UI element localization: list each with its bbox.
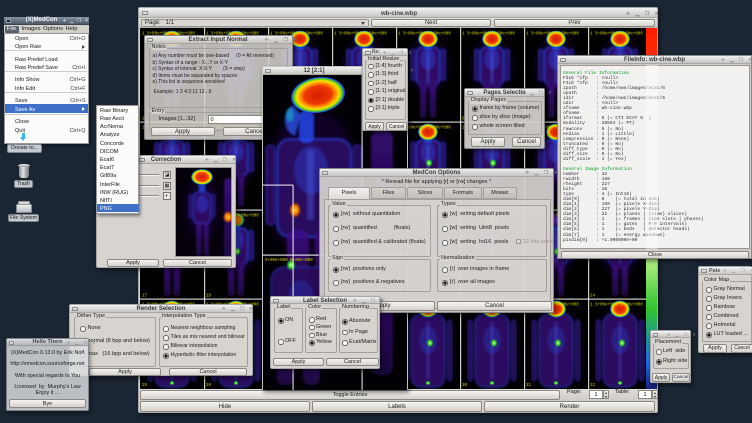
svg-text:24: 24 — [590, 295, 596, 299]
svg-text:1 S+00e+000 B+00e+000: 1 S+00e+000 B+00e+000 — [462, 33, 515, 37]
svg-text:1 S+00e+000 B+00e+000: 1 S+00e+000 B+00e+000 — [526, 33, 579, 37]
svg-text:1 S+00e+000 B+00e+000: 1 S+00e+000 B+00e+000 — [398, 33, 451, 37]
svg-text:S+00e+000 B+00e+000: S+00e+000 B+00e+000 — [265, 259, 313, 263]
svg-text:26: 26 — [206, 384, 212, 388]
svg-text:1 S+00e+000 B+00e+000: 1 S+00e+000 B+00e+000 — [590, 33, 643, 37]
svg-text:1 S+00e+000 B+00e+000: 1 S+00e+000 B+00e+000 — [334, 33, 387, 37]
svg-text:32: 32 — [590, 384, 596, 388]
svg-text:1 S+00e+000 B+00e+000: 1 S+00e+000 B+00e+000 — [590, 304, 643, 308]
svg-text:31: 31 — [526, 384, 532, 388]
svg-text:18: 18 — [206, 295, 212, 299]
svg-text:30: 30 — [462, 384, 468, 388]
svg-text:25: 25 — [142, 384, 148, 388]
svg-text:17: 17 — [142, 295, 148, 299]
